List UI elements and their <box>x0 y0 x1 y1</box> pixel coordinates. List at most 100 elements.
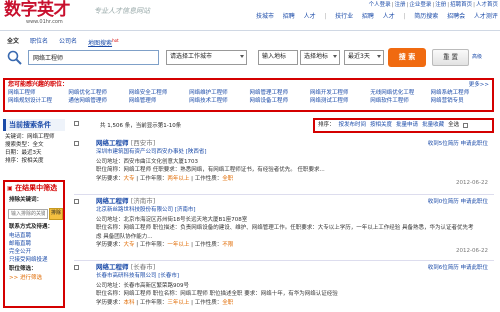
recommended-job-link[interactable]: 网络设备工程师 <box>250 98 310 104</box>
filter-panel: ▣ 在结果中筛选 排除关键词： 排除 联系方式及待遇： 电话直聘 邮箱直聘 完全… <box>3 180 65 308</box>
recommended-job-link[interactable]: 网络维护工程师 <box>189 90 249 96</box>
batch-save-button[interactable]: 批量收藏 <box>422 122 444 128</box>
nav-by-city[interactable]: 技城市 <box>256 13 274 21</box>
recommended-jobs-title: 您可能感兴趣的职位： <box>8 81 69 88</box>
recommended-job-link[interactable]: 网络安全工程师 <box>129 90 189 96</box>
meta-value: 大专 <box>123 175 135 182</box>
company-name: 北京新丝路世科技股份有限公司 [济南市] <box>96 207 196 213</box>
job-title-link[interactable]: 网络工程师 <box>96 197 129 205</box>
recommended-job-link[interactable]: 网络系统工程师 <box>431 90 491 96</box>
personal-register-link[interactable]: 注册 <box>394 2 405 8</box>
tab-map-search[interactable]: 地图搜索hot <box>87 38 120 48</box>
meta-value: 三年以上 <box>167 299 190 306</box>
company-link[interactable]: 深圳市建筑国有资产公司西安办事处 [陕西省] <box>96 149 207 155</box>
landmark-input[interactable]: 输入地标 <box>258 50 298 65</box>
search-icon <box>6 49 24 66</box>
recommended-job-link[interactable]: 网络技术工程师 <box>189 98 249 104</box>
contact-filter-link[interactable]: 邮箱直聘 <box>9 241 31 247</box>
recommended-job-link[interactable]: 网络测试工程师 <box>310 98 370 104</box>
job-meta: 学历要求：本科 | 工作年限：三年以上 | 工作性质：全职 <box>96 299 234 306</box>
job-meta: 学历要求：大专 | 工作年限：两年以上 | 工作性质：全职 <box>96 175 234 182</box>
job-checkbox[interactable] <box>74 141 79 147</box>
company-link[interactable]: 北京新丝路世科技股份有限公司 [济南市] <box>96 207 196 213</box>
tab-fulltext[interactable]: 全文 <box>6 38 20 48</box>
company-register-link[interactable]: 注册 <box>435 2 446 8</box>
job-title-link[interactable]: 网络工程师 <box>96 139 129 147</box>
recommended-job-link[interactable]: 网络软件工程师 <box>370 98 430 104</box>
recommended-job-link[interactable]: 网络开发工程师 <box>310 90 370 96</box>
recommended-job-link[interactable]: 网络优化工程师 <box>68 90 128 96</box>
job-checkbox[interactable] <box>74 199 79 205</box>
nav-city-talent[interactable]: 人才 <box>304 13 316 21</box>
sort-by-date[interactable]: 按发布时间 <box>339 122 367 128</box>
chevron-down-icon <box>240 55 244 58</box>
contact-filter-link[interactable]: 只接受网络投递 <box>9 257 48 263</box>
recommended-job-link[interactable]: 网络管理师 <box>129 98 189 104</box>
meta-value: 两年以上 <box>167 175 190 182</box>
nav-assessment[interactable]: 人才测评 <box>474 13 498 21</box>
select-all-top[interactable] <box>74 121 79 127</box>
exclude-button[interactable]: 排除 <box>49 208 63 220</box>
contact-filter-link[interactable]: 完全公开 <box>9 249 31 255</box>
meta-label: 工作年限： <box>139 241 168 248</box>
tab-map-search-label: 地图搜索 <box>88 40 113 47</box>
sort-by-relevance[interactable]: 按相关度 <box>370 122 392 128</box>
logo[interactable]: 数字英才 <box>4 0 71 21</box>
job-checkbox[interactable] <box>74 265 79 271</box>
job-filter-link[interactable]: >> 进行筛选 <box>9 275 42 281</box>
apply-job-link[interactable]: 收到5位简历 申请此职位 <box>428 141 488 147</box>
nav-industry-jobs[interactable]: 招聘 <box>362 13 374 21</box>
exclude-keyword-input[interactable] <box>8 209 48 219</box>
nav-by-industry[interactable]: 技行业 <box>335 13 353 21</box>
city-select[interactable]: 请选择工作城市 <box>166 50 247 65</box>
company-login-link[interactable]: 企业登录 <box>409 2 431 8</box>
landmark-value: 输入地标 <box>262 53 287 60</box>
tab-job-title[interactable]: 职位名 <box>29 38 49 48</box>
current-conditions-title-text: 当前搜索条件 <box>9 120 51 129</box>
nav-job-fair[interactable]: 招聘会 <box>447 13 465 21</box>
personal-login-link[interactable]: 个人登录 <box>369 2 391 8</box>
job-details: 公司地址：长春市高新区繁荣路909号 职位名称：网络工程师 职位名称：网络工程师… <box>96 282 476 307</box>
talent-home-link[interactable]: 人才首页 <box>476 2 498 8</box>
company-link[interactable]: 长春市高研科技有限公司 [长春市] <box>96 273 179 279</box>
jobs-home-link[interactable]: 招聘首页 <box>450 2 472 8</box>
tab-company-name[interactable]: 公司名 <box>58 38 78 48</box>
job-details: 公司地址：西安市曲江文化创意大厦1703 职位简称：网络工程师 任职要求：熟悉网… <box>96 158 476 183</box>
job-title-link[interactable]: 网络工程师 <box>96 263 129 271</box>
search-button[interactable]: 搜 索 <box>388 48 426 67</box>
recommended-job-link[interactable]: 无线网络优化工程 <box>370 90 430 96</box>
job-city: [长春市] <box>130 263 156 271</box>
hot-badge: hot <box>112 38 119 43</box>
nav-resume-search[interactable]: 简历搜索 <box>414 13 438 21</box>
recommended-job-link[interactable]: 通信网络管理师 <box>68 98 128 104</box>
contact-filter-link[interactable]: 电话直聘 <box>9 233 31 239</box>
keyword-input[interactable] <box>28 50 159 65</box>
reset-button[interactable]: 重 置 <box>432 49 469 66</box>
nav-city-jobs[interactable]: 招聘 <box>283 13 295 21</box>
meta-value: 本科 <box>123 299 135 306</box>
divider <box>74 194 494 195</box>
landmark-select[interactable]: 选择地标 <box>300 50 340 65</box>
nav-industry-talent[interactable]: 人才 <box>383 13 395 21</box>
recommended-job-link[interactable]: 网络营销专员 <box>431 98 491 104</box>
job-description: 职位名称：网络工程师 职位描述：负责网络设备的建设、维护、网络管理工作。任职要求… <box>96 225 474 240</box>
sort-label: 排序： <box>318 122 335 129</box>
post-date: 2012-06-22 <box>456 180 488 186</box>
apply-job-link[interactable]: 收到0位简历 申请此职位 <box>428 199 488 205</box>
batch-apply-button[interactable]: 批量申请 <box>396 122 418 128</box>
company-name: 深圳市建筑国有资产公司西安办事处 [陕西省] <box>96 149 207 155</box>
recommended-job-link[interactable]: 网络管理工程师 <box>250 90 310 96</box>
checkbox[interactable] <box>74 121 79 126</box>
city-select-value: 请选择工作城市 <box>170 53 213 60</box>
recommended-job-link[interactable]: 网络工程师 <box>8 90 68 96</box>
apply-job-link[interactable]: 收到6位简历 申请此职位 <box>428 265 488 271</box>
recommended-jobs-box: 您可能感兴趣的职位： 更多>> 网络工程师 网络优化工程师 网络安全工程师 网络… <box>3 78 494 112</box>
landmark-select-value: 选择地标 <box>304 53 329 60</box>
more-link[interactable]: 更多>> <box>469 82 489 88</box>
select-all-checkbox[interactable] <box>463 123 469 128</box>
date-select[interactable]: 最近3天 <box>344 50 384 65</box>
current-conditions-list: 关键词：网络工程师 搜索类型：全文 日期：最近3天 排序：按相关度 <box>5 134 63 166</box>
recommended-job-link[interactable]: 网络规划设计工程 <box>8 98 68 104</box>
advanced-search-link[interactable]: 高级 <box>472 54 482 61</box>
condition-item: 排序：按相关度 <box>5 157 44 164</box>
